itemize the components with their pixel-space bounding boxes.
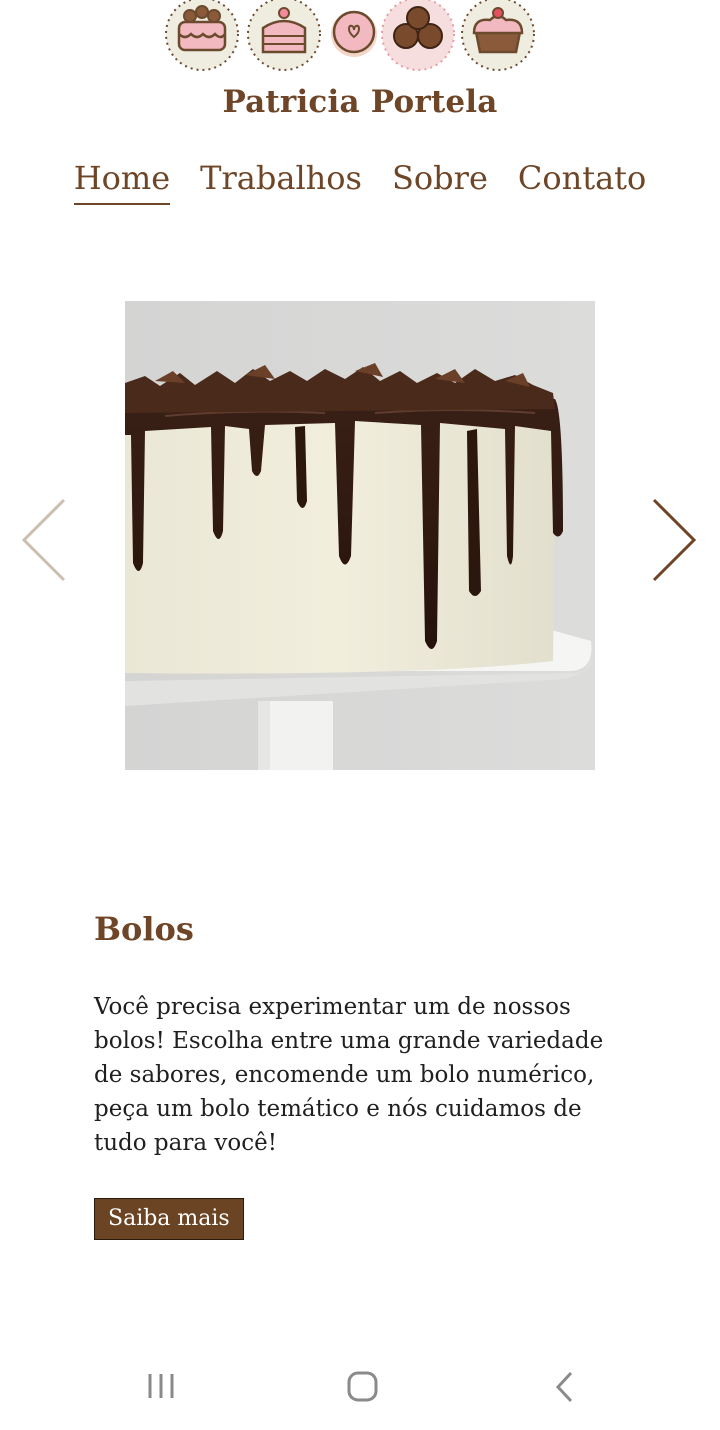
main-nav: Home Trabalhos Sobre Contato bbox=[0, 160, 720, 205]
cupcake-icon bbox=[461, 0, 535, 71]
nav-item-home[interactable]: Home bbox=[73, 160, 171, 205]
nav-item-sobre[interactable]: Sobre bbox=[392, 160, 488, 205]
chocolate-drip-cake-photo bbox=[125, 301, 595, 770]
nav-item-trabalhos[interactable]: Trabalhos bbox=[200, 160, 362, 205]
brand-name: Patricia Portela bbox=[222, 84, 498, 120]
chevron-left-icon[interactable] bbox=[18, 498, 68, 586]
nav-item-contato[interactable]: Contato bbox=[518, 160, 646, 205]
bolos-section: Bolos Você precisa experimentar um de no… bbox=[94, 910, 614, 1240]
cake-slice-icon bbox=[247, 0, 321, 71]
logo-icon-row bbox=[0, 0, 720, 76]
home-icon[interactable] bbox=[346, 1370, 380, 1408]
system-navigation-bar bbox=[0, 1360, 720, 1420]
donut-icon bbox=[331, 10, 377, 57]
back-icon[interactable] bbox=[553, 1370, 577, 1408]
cake-icon bbox=[165, 0, 239, 71]
section-description: Você precisa experimentar um de nossos b… bbox=[94, 994, 604, 1156]
section-title: Bolos bbox=[94, 910, 194, 948]
saiba-mais-button[interactable]: Saiba mais bbox=[94, 1198, 244, 1240]
cookies-icon bbox=[381, 0, 455, 71]
chevron-right-icon[interactable] bbox=[650, 498, 700, 586]
image-carousel bbox=[0, 300, 720, 770]
recent-apps-icon[interactable] bbox=[146, 1370, 178, 1406]
